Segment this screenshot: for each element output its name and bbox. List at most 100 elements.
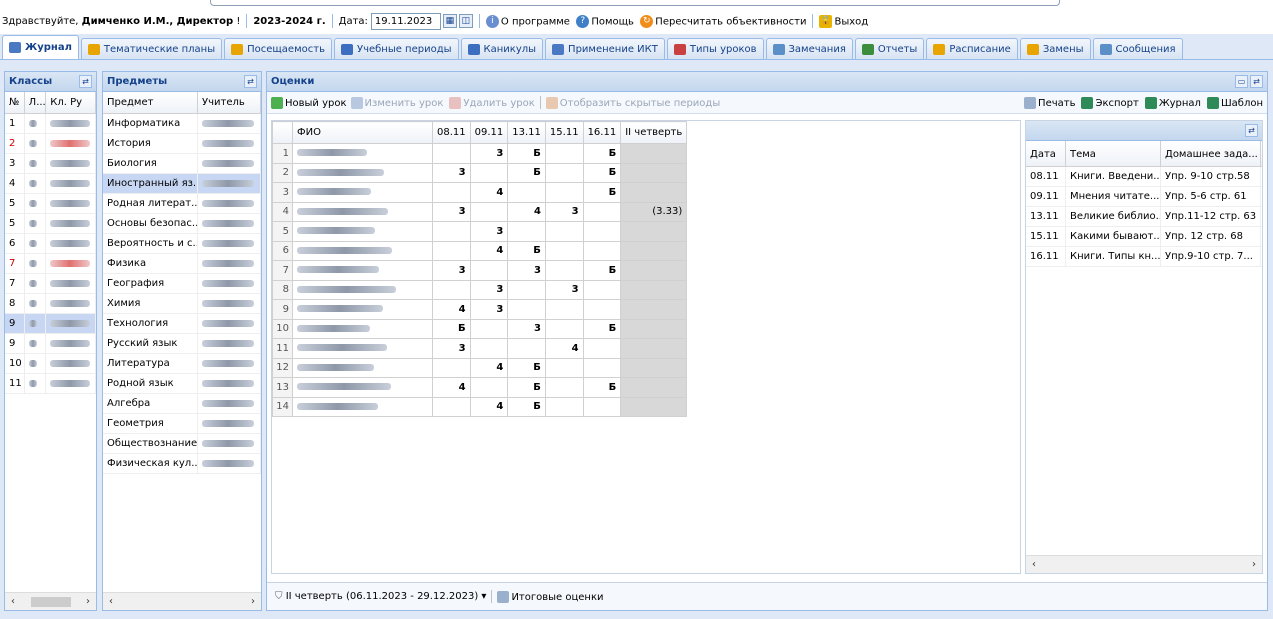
- class-row[interactable]: 3: [5, 154, 96, 174]
- tab-4[interactable]: Каникулы: [460, 38, 544, 59]
- grade-row[interactable]: 53: [272, 221, 688, 242]
- grade-cell[interactable]: [432, 396, 471, 417]
- grade-cell[interactable]: [469, 201, 509, 222]
- grade-cell[interactable]: [507, 279, 546, 300]
- grade-row[interactable]: 13 4 Б Б: [272, 377, 688, 398]
- grade-cell[interactable]: Б: [507, 162, 546, 183]
- tab-7[interactable]: Замечания: [765, 38, 853, 59]
- tab-10[interactable]: Замены: [1019, 38, 1091, 59]
- grade-cell[interactable]: 4: [544, 338, 584, 359]
- grade-cell[interactable]: [544, 357, 584, 378]
- grade-cell[interactable]: Б: [507, 357, 546, 378]
- class-row[interactable]: 7: [5, 254, 96, 274]
- journal-button[interactable]: Журнал: [1144, 96, 1201, 109]
- grade-cell[interactable]: [507, 182, 546, 203]
- grade-cell[interactable]: [432, 240, 471, 261]
- subject-row[interactable]: Биология: [103, 154, 261, 174]
- grade-row[interactable]: 13ББ: [272, 143, 688, 164]
- scroll-right-icon[interactable]: ›: [251, 596, 255, 607]
- grade-row[interactable]: 10 Б 3 Б: [272, 318, 688, 339]
- grade-cell[interactable]: 3: [432, 260, 471, 281]
- grades-col-2[interactable]: 09.11: [469, 121, 509, 144]
- subject-row[interactable]: Технология: [103, 314, 261, 334]
- about-link[interactable]: iО программе: [485, 14, 570, 28]
- subject-row[interactable]: Вероятность и с...: [103, 234, 261, 254]
- classes-col-2[interactable]: Кл. Ру: [46, 92, 96, 113]
- grade-cell[interactable]: 3: [507, 260, 546, 281]
- grade-cell[interactable]: [432, 221, 471, 242]
- grades-col-5[interactable]: 16.11: [582, 121, 622, 144]
- minimize-icon[interactable]: ▭: [1235, 75, 1248, 88]
- subject-row[interactable]: География: [103, 274, 261, 294]
- grade-cell[interactable]: 4: [507, 201, 546, 222]
- grade-cell[interactable]: [544, 162, 584, 183]
- grade-cell[interactable]: 4: [469, 396, 509, 417]
- class-row[interactable]: 2: [5, 134, 96, 154]
- grade-cell[interactable]: Б: [507, 377, 546, 398]
- grade-cell[interactable]: Б: [582, 260, 622, 281]
- show-hidden-button[interactable]: Отобразить скрытые периоды: [545, 96, 720, 109]
- subject-row[interactable]: Геометрия: [103, 414, 261, 434]
- subject-row[interactable]: Основы безопас...: [103, 214, 261, 234]
- class-row[interactable]: 6: [5, 234, 96, 254]
- subjects-col-0[interactable]: Предмет: [103, 92, 198, 113]
- grade-cell[interactable]: [544, 377, 584, 398]
- tab-9[interactable]: Расписание: [926, 38, 1018, 59]
- class-row[interactable]: 11: [5, 374, 96, 394]
- class-row[interactable]: 9: [5, 314, 96, 334]
- class-row[interactable]: 4: [5, 174, 96, 194]
- grade-cell[interactable]: 3: [432, 162, 471, 183]
- grade-cell[interactable]: Б: [582, 182, 622, 203]
- grade-cell[interactable]: [469, 318, 509, 339]
- grade-cell[interactable]: Б: [507, 143, 546, 164]
- subject-row[interactable]: Физическая кул...: [103, 454, 261, 474]
- subjects-scrollbar[interactable]: ‹ ›: [103, 592, 261, 610]
- lessons-col-0[interactable]: Дата: [1026, 141, 1066, 166]
- grade-cell[interactable]: Б: [582, 377, 622, 398]
- grade-cell[interactable]: [582, 338, 622, 359]
- subject-row[interactable]: Информатика: [103, 114, 261, 134]
- class-row[interactable]: 1: [5, 114, 96, 134]
- grade-cell[interactable]: [544, 260, 584, 281]
- period-selector[interactable]: ⛉ II четверть (06.11.2023 - 29.12.2023) …: [275, 591, 486, 602]
- subject-row[interactable]: Родной язык: [103, 374, 261, 394]
- grade-cell[interactable]: [582, 279, 622, 300]
- refresh-icon[interactable]: ⇄: [244, 75, 257, 88]
- grade-cell[interactable]: Б: [582, 318, 622, 339]
- grade-cell[interactable]: 4: [469, 357, 509, 378]
- grade-cell[interactable]: 3: [432, 201, 471, 222]
- grade-cell[interactable]: [469, 338, 509, 359]
- grade-cell[interactable]: [544, 318, 584, 339]
- grade-cell[interactable]: [469, 162, 509, 183]
- date-input[interactable]: 19.11.2023: [370, 12, 441, 30]
- subject-row[interactable]: Литература: [103, 354, 261, 374]
- grade-row[interactable]: 2 3 Б Б: [272, 162, 688, 183]
- grade-cell[interactable]: 3: [432, 338, 471, 359]
- grade-cell[interactable]: 3: [507, 318, 546, 339]
- class-row[interactable]: 7: [5, 274, 96, 294]
- grade-cell[interactable]: [544, 240, 584, 261]
- delete-lesson-button[interactable]: Удалить урок: [449, 96, 535, 109]
- grade-cell[interactable]: [469, 377, 509, 398]
- subject-row[interactable]: Алгебра: [103, 394, 261, 414]
- grade-cell[interactable]: [432, 182, 471, 203]
- grade-row[interactable]: 9 43: [272, 299, 688, 320]
- final-grades-button[interactable]: Итоговые оценки: [497, 590, 604, 603]
- scroll-left-icon[interactable]: ‹: [1032, 559, 1036, 570]
- classes-col-1[interactable]: Л...: [25, 92, 47, 113]
- grade-cell[interactable]: [507, 338, 546, 359]
- scroll-left-icon[interactable]: ‹: [11, 596, 15, 607]
- grade-cell[interactable]: 3: [469, 299, 509, 320]
- grade-cell[interactable]: [544, 299, 584, 320]
- scroll-left-icon[interactable]: ‹: [109, 596, 113, 607]
- grade-cell[interactable]: [582, 240, 622, 261]
- grade-cell[interactable]: 4: [469, 182, 509, 203]
- subject-row[interactable]: Родная литерат...: [103, 194, 261, 214]
- lessons-col-1[interactable]: Тема: [1066, 141, 1161, 166]
- classes-col-0[interactable]: №: [5, 92, 25, 113]
- tab-1[interactable]: Тематические планы: [80, 38, 223, 59]
- refresh-icon[interactable]: ⇄: [1250, 75, 1263, 88]
- export-button[interactable]: Экспорт: [1081, 96, 1139, 109]
- grade-row[interactable]: 11 3 4: [272, 338, 688, 359]
- tab-2[interactable]: Посещаемость: [224, 38, 332, 59]
